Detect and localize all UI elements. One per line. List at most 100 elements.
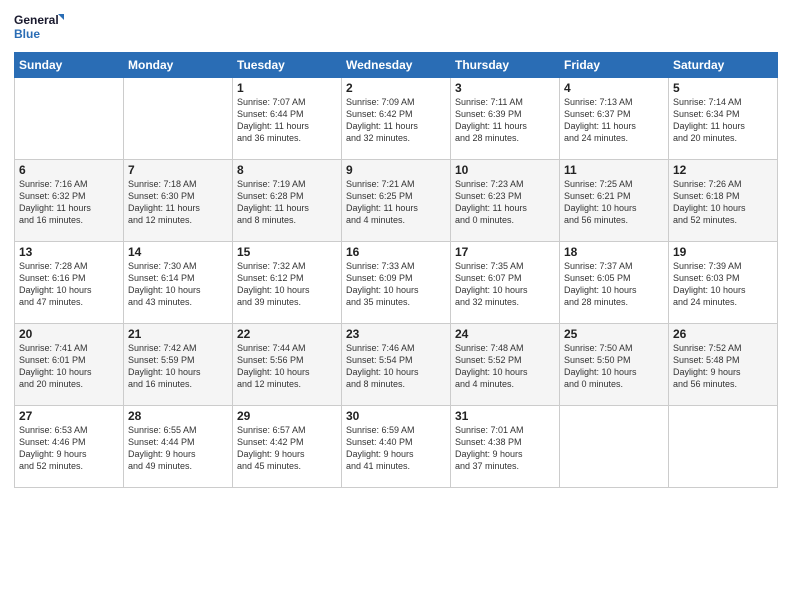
day-number: 9	[346, 163, 446, 177]
weekday-header-thursday: Thursday	[451, 53, 560, 78]
day-content: Sunrise: 7:28 AM Sunset: 6:16 PM Dayligh…	[19, 260, 119, 309]
day-number: 18	[564, 245, 664, 259]
day-number: 28	[128, 409, 228, 423]
main-container: General Blue SundayMondayTuesdayWednesda…	[0, 0, 792, 494]
calendar-cell: 9Sunrise: 7:21 AM Sunset: 6:25 PM Daylig…	[342, 160, 451, 242]
day-content: Sunrise: 7:44 AM Sunset: 5:56 PM Dayligh…	[237, 342, 337, 391]
calendar-week-5: 27Sunrise: 6:53 AM Sunset: 4:46 PM Dayli…	[15, 406, 778, 488]
day-content: Sunrise: 7:30 AM Sunset: 6:14 PM Dayligh…	[128, 260, 228, 309]
calendar-cell: 26Sunrise: 7:52 AM Sunset: 5:48 PM Dayli…	[669, 324, 778, 406]
day-number: 13	[19, 245, 119, 259]
day-number: 19	[673, 245, 773, 259]
weekday-header-tuesday: Tuesday	[233, 53, 342, 78]
day-content: Sunrise: 7:46 AM Sunset: 5:54 PM Dayligh…	[346, 342, 446, 391]
calendar-table: SundayMondayTuesdayWednesdayThursdayFrid…	[14, 52, 778, 488]
day-number: 8	[237, 163, 337, 177]
calendar-cell	[124, 78, 233, 160]
calendar-cell: 20Sunrise: 7:41 AM Sunset: 6:01 PM Dayli…	[15, 324, 124, 406]
svg-text:Blue: Blue	[14, 27, 40, 41]
calendar-cell: 17Sunrise: 7:35 AM Sunset: 6:07 PM Dayli…	[451, 242, 560, 324]
day-content: Sunrise: 7:14 AM Sunset: 6:34 PM Dayligh…	[673, 96, 773, 145]
day-number: 2	[346, 81, 446, 95]
weekday-header-sunday: Sunday	[15, 53, 124, 78]
logo: General Blue	[14, 10, 64, 46]
day-number: 3	[455, 81, 555, 95]
day-content: Sunrise: 7:21 AM Sunset: 6:25 PM Dayligh…	[346, 178, 446, 227]
calendar-cell: 29Sunrise: 6:57 AM Sunset: 4:42 PM Dayli…	[233, 406, 342, 488]
day-number: 27	[19, 409, 119, 423]
calendar-cell: 19Sunrise: 7:39 AM Sunset: 6:03 PM Dayli…	[669, 242, 778, 324]
weekday-header-friday: Friday	[560, 53, 669, 78]
day-content: Sunrise: 6:57 AM Sunset: 4:42 PM Dayligh…	[237, 424, 337, 473]
calendar-cell: 24Sunrise: 7:48 AM Sunset: 5:52 PM Dayli…	[451, 324, 560, 406]
calendar-cell: 6Sunrise: 7:16 AM Sunset: 6:32 PM Daylig…	[15, 160, 124, 242]
day-content: Sunrise: 6:53 AM Sunset: 4:46 PM Dayligh…	[19, 424, 119, 473]
day-content: Sunrise: 7:16 AM Sunset: 6:32 PM Dayligh…	[19, 178, 119, 227]
header: General Blue	[14, 10, 778, 46]
day-number: 24	[455, 327, 555, 341]
day-number: 12	[673, 163, 773, 177]
day-number: 17	[455, 245, 555, 259]
day-content: Sunrise: 7:23 AM Sunset: 6:23 PM Dayligh…	[455, 178, 555, 227]
calendar-cell: 2Sunrise: 7:09 AM Sunset: 6:42 PM Daylig…	[342, 78, 451, 160]
day-number: 10	[455, 163, 555, 177]
day-number: 25	[564, 327, 664, 341]
calendar-cell: 3Sunrise: 7:11 AM Sunset: 6:39 PM Daylig…	[451, 78, 560, 160]
day-content: Sunrise: 7:35 AM Sunset: 6:07 PM Dayligh…	[455, 260, 555, 309]
day-number: 29	[237, 409, 337, 423]
calendar-cell: 21Sunrise: 7:42 AM Sunset: 5:59 PM Dayli…	[124, 324, 233, 406]
weekday-header-row: SundayMondayTuesdayWednesdayThursdayFrid…	[15, 53, 778, 78]
day-content: Sunrise: 6:59 AM Sunset: 4:40 PM Dayligh…	[346, 424, 446, 473]
logo-svg: General Blue	[14, 10, 64, 46]
day-number: 1	[237, 81, 337, 95]
day-content: Sunrise: 7:18 AM Sunset: 6:30 PM Dayligh…	[128, 178, 228, 227]
calendar-week-3: 13Sunrise: 7:28 AM Sunset: 6:16 PM Dayli…	[15, 242, 778, 324]
calendar-cell: 25Sunrise: 7:50 AM Sunset: 5:50 PM Dayli…	[560, 324, 669, 406]
day-content: Sunrise: 7:11 AM Sunset: 6:39 PM Dayligh…	[455, 96, 555, 145]
calendar-week-4: 20Sunrise: 7:41 AM Sunset: 6:01 PM Dayli…	[15, 324, 778, 406]
day-number: 30	[346, 409, 446, 423]
day-content: Sunrise: 7:52 AM Sunset: 5:48 PM Dayligh…	[673, 342, 773, 391]
calendar-cell: 5Sunrise: 7:14 AM Sunset: 6:34 PM Daylig…	[669, 78, 778, 160]
day-content: Sunrise: 7:07 AM Sunset: 6:44 PM Dayligh…	[237, 96, 337, 145]
calendar-cell: 11Sunrise: 7:25 AM Sunset: 6:21 PM Dayli…	[560, 160, 669, 242]
day-content: Sunrise: 7:26 AM Sunset: 6:18 PM Dayligh…	[673, 178, 773, 227]
day-content: Sunrise: 7:37 AM Sunset: 6:05 PM Dayligh…	[564, 260, 664, 309]
day-number: 11	[564, 163, 664, 177]
calendar-cell: 30Sunrise: 6:59 AM Sunset: 4:40 PM Dayli…	[342, 406, 451, 488]
day-content: Sunrise: 7:19 AM Sunset: 6:28 PM Dayligh…	[237, 178, 337, 227]
calendar-week-1: 1Sunrise: 7:07 AM Sunset: 6:44 PM Daylig…	[15, 78, 778, 160]
day-number: 20	[19, 327, 119, 341]
day-number: 15	[237, 245, 337, 259]
day-content: Sunrise: 7:39 AM Sunset: 6:03 PM Dayligh…	[673, 260, 773, 309]
day-content: Sunrise: 7:33 AM Sunset: 6:09 PM Dayligh…	[346, 260, 446, 309]
calendar-cell: 16Sunrise: 7:33 AM Sunset: 6:09 PM Dayli…	[342, 242, 451, 324]
day-content: Sunrise: 7:50 AM Sunset: 5:50 PM Dayligh…	[564, 342, 664, 391]
weekday-header-wednesday: Wednesday	[342, 53, 451, 78]
calendar-cell	[669, 406, 778, 488]
calendar-cell	[15, 78, 124, 160]
calendar-cell: 27Sunrise: 6:53 AM Sunset: 4:46 PM Dayli…	[15, 406, 124, 488]
calendar-cell: 12Sunrise: 7:26 AM Sunset: 6:18 PM Dayli…	[669, 160, 778, 242]
calendar-cell: 22Sunrise: 7:44 AM Sunset: 5:56 PM Dayli…	[233, 324, 342, 406]
calendar-cell: 4Sunrise: 7:13 AM Sunset: 6:37 PM Daylig…	[560, 78, 669, 160]
weekday-header-saturday: Saturday	[669, 53, 778, 78]
calendar-cell: 23Sunrise: 7:46 AM Sunset: 5:54 PM Dayli…	[342, 324, 451, 406]
day-content: Sunrise: 6:55 AM Sunset: 4:44 PM Dayligh…	[128, 424, 228, 473]
day-number: 23	[346, 327, 446, 341]
calendar-cell: 28Sunrise: 6:55 AM Sunset: 4:44 PM Dayli…	[124, 406, 233, 488]
day-content: Sunrise: 7:13 AM Sunset: 6:37 PM Dayligh…	[564, 96, 664, 145]
day-number: 4	[564, 81, 664, 95]
day-number: 31	[455, 409, 555, 423]
calendar-week-2: 6Sunrise: 7:16 AM Sunset: 6:32 PM Daylig…	[15, 160, 778, 242]
calendar-cell	[560, 406, 669, 488]
day-number: 16	[346, 245, 446, 259]
day-number: 5	[673, 81, 773, 95]
day-content: Sunrise: 7:42 AM Sunset: 5:59 PM Dayligh…	[128, 342, 228, 391]
day-content: Sunrise: 7:32 AM Sunset: 6:12 PM Dayligh…	[237, 260, 337, 309]
calendar-cell: 7Sunrise: 7:18 AM Sunset: 6:30 PM Daylig…	[124, 160, 233, 242]
day-content: Sunrise: 7:09 AM Sunset: 6:42 PM Dayligh…	[346, 96, 446, 145]
calendar-cell: 31Sunrise: 7:01 AM Sunset: 4:38 PM Dayli…	[451, 406, 560, 488]
calendar-cell: 15Sunrise: 7:32 AM Sunset: 6:12 PM Dayli…	[233, 242, 342, 324]
day-content: Sunrise: 7:01 AM Sunset: 4:38 PM Dayligh…	[455, 424, 555, 473]
